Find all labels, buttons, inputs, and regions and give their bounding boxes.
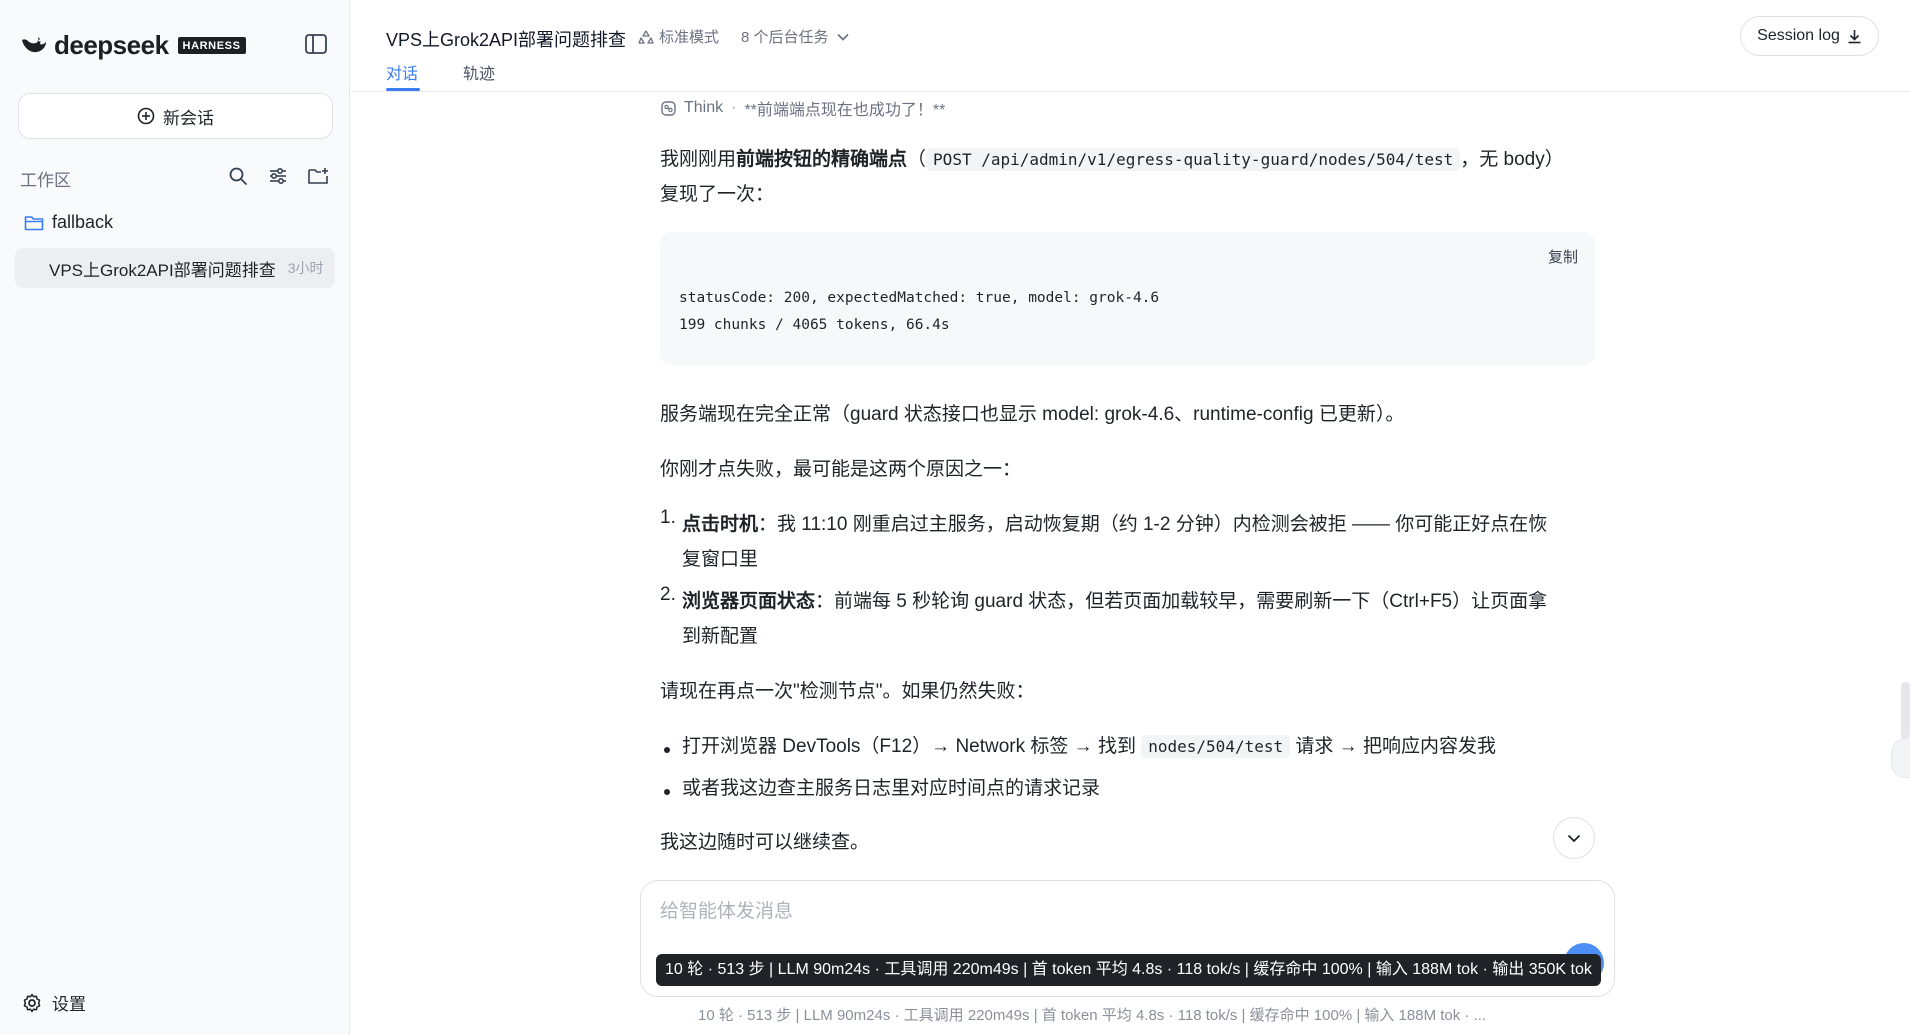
text: 请求 → 把响应内容发我 [1290,736,1496,757]
bullet [664,789,670,795]
folder-icon [24,215,44,230]
gear-icon [23,993,41,1012]
mode-indicator[interactable]: 标准模式 [638,26,719,47]
search-icon[interactable] [225,163,251,189]
chevron-down-icon [836,33,849,41]
mode-label: 标准模式 [659,29,720,46]
text: ，无 body） [1460,149,1564,170]
bold-text: 点击时机 [682,514,759,535]
text: 我刚刚用 [660,149,737,170]
sidebar: deepseek HARNESS 新会话 工作区 fallback VPS上Gr… [0,0,350,1035]
list-item: 或者我这边查主服务日志里对应时间点的请求记录 [682,778,1101,799]
text: （ [907,149,927,170]
text: ：我 11:10 刚重启过主服务，启动恢复期（约 1-2 分钟）内检测会被拒 —… [758,514,1548,535]
filter-sliders-icon[interactable] [265,163,291,189]
page-title: VPS上Grok2API部署问题排查 [386,30,627,50]
bullet [664,747,670,753]
bold-text: 前端按钮的精确端点 [736,149,908,170]
list-item-continuation: 到新配置 [682,626,759,647]
floating-avatar[interactable] [1891,738,1910,778]
brand[interactable]: deepseek HARNESS [20,30,246,60]
session-log-button[interactable]: Session log [1740,16,1879,56]
code-block: 复制 statusCode: 200, expectedMatched: tru… [660,232,1595,366]
folder-item-fallback[interactable]: fallback [24,212,113,233]
active-tab-indicator [386,88,420,91]
session-title: VPS上Grok2API部署问题排查 [49,260,276,280]
inline-code: nodes/504/test [1141,735,1291,758]
text: ：前端每 5 秒轮询 guard 状态，但若页面加载较早，需要刷新一下（Ctrl… [815,591,1548,612]
settings-button[interactable]: 设置 [22,990,86,1015]
think-label: Think [684,99,724,116]
settings-label: 设置 [52,995,86,1014]
workspace-label: 工作区 [20,171,71,190]
text: 打开浏览器 DevTools（F12）→ Network 标签 → 找到 [682,736,1142,757]
scrollbar-thumb[interactable] [1901,682,1910,739]
inline-code: POST /api/admin/v1/egress-quality-guard/… [926,148,1461,171]
brand-name: deepseek [54,29,169,60]
paragraph-3: 你刚才点失败，最可能是这两个原因之一： [660,459,1022,480]
composer: 10 轮 · 513 步 | LLM 90m24s · 工具调用 220m49s… [640,880,1615,997]
message-input[interactable] [660,901,1560,923]
scroll-to-bottom-button[interactable] [1553,817,1595,859]
separator: · [731,99,737,116]
tab-conversation[interactable]: 对话 [386,60,418,84]
list-item: 浏览器页面状态：前端每 5 秒轮询 guard 状态，但若页面加载较早，需要刷新… [682,584,1547,619]
recycle-icon [638,29,654,44]
tab-trajectory[interactable]: 轨迹 [463,60,495,84]
list-item: 点击时机：我 11:10 刚重启过主服务，启动恢复期（约 1-2 分钟）内检测会… [682,507,1547,542]
paragraph-1-line-2: 复现了一次： [660,184,775,205]
list-item: 打开浏览器 DevTools（F12）→ Network 标签 → 找到 nod… [682,729,1496,764]
session-log-label: Session log [1757,27,1840,44]
download-icon [1848,29,1861,43]
new-chat-button[interactable]: 新会话 [18,93,333,139]
code-content: statusCode: 200, expectedMatched: true, … [679,290,1160,333]
plus-circle-icon [137,107,155,125]
new-chat-label: 新会话 [163,108,214,128]
chevron-down-icon [1567,834,1581,842]
think-summary[interactable]: Think · **前端端点现在也成功了！** [660,96,945,120]
sidebar-toggle-icon[interactable] [304,33,330,55]
list-number: 2. [660,584,676,605]
list-item-continuation: 复窗口里 [682,549,759,570]
background-tasks-dropdown[interactable]: 8 个后台任务 [741,26,849,47]
stats-tooltip: 10 轮 · 513 步 | LLM 90m24s · 工具调用 220m49s… [656,954,1601,986]
deepseek-whale-icon [22,37,46,53]
paragraph-5: 我这边随时可以继续查。 [660,832,870,853]
footer-stats: 10 轮 · 513 步 | LLM 90m24s · 工具调用 220m49s… [698,1007,1487,1024]
bold-text: 浏览器页面状态 [682,591,816,612]
paragraph-4: 请现在再点一次"检测节点"。如果仍然失败： [660,681,1035,702]
header: VPS上Grok2API部署问题排查 标准模式 8 个后台任务 对话 轨迹 Se… [351,0,1910,92]
session-item[interactable]: VPS上Grok2API部署问题排查 3小时 [15,248,335,288]
new-folder-icon[interactable] [305,163,331,189]
think-text: **前端端点现在也成功了！** [744,102,946,119]
paragraph-2: 服务端现在完全正常（guard 状态接口也显示 model: grok-4.6、… [660,404,1405,425]
paragraph-1: 我刚刚用前端按钮的精确端点（ POST /api/admin/v1/egress-… [660,142,1564,177]
session-time: 3小时 [287,260,324,276]
brain-icon [661,100,676,116]
folder-name: fallback [52,212,114,232]
workspace-actions [225,163,331,189]
list-number: 1. [660,507,676,528]
copy-button[interactable]: 复制 [1548,246,1578,267]
background-tasks-label: 8 个后台任务 [741,29,829,46]
brand-badge: HARNESS [177,36,246,54]
